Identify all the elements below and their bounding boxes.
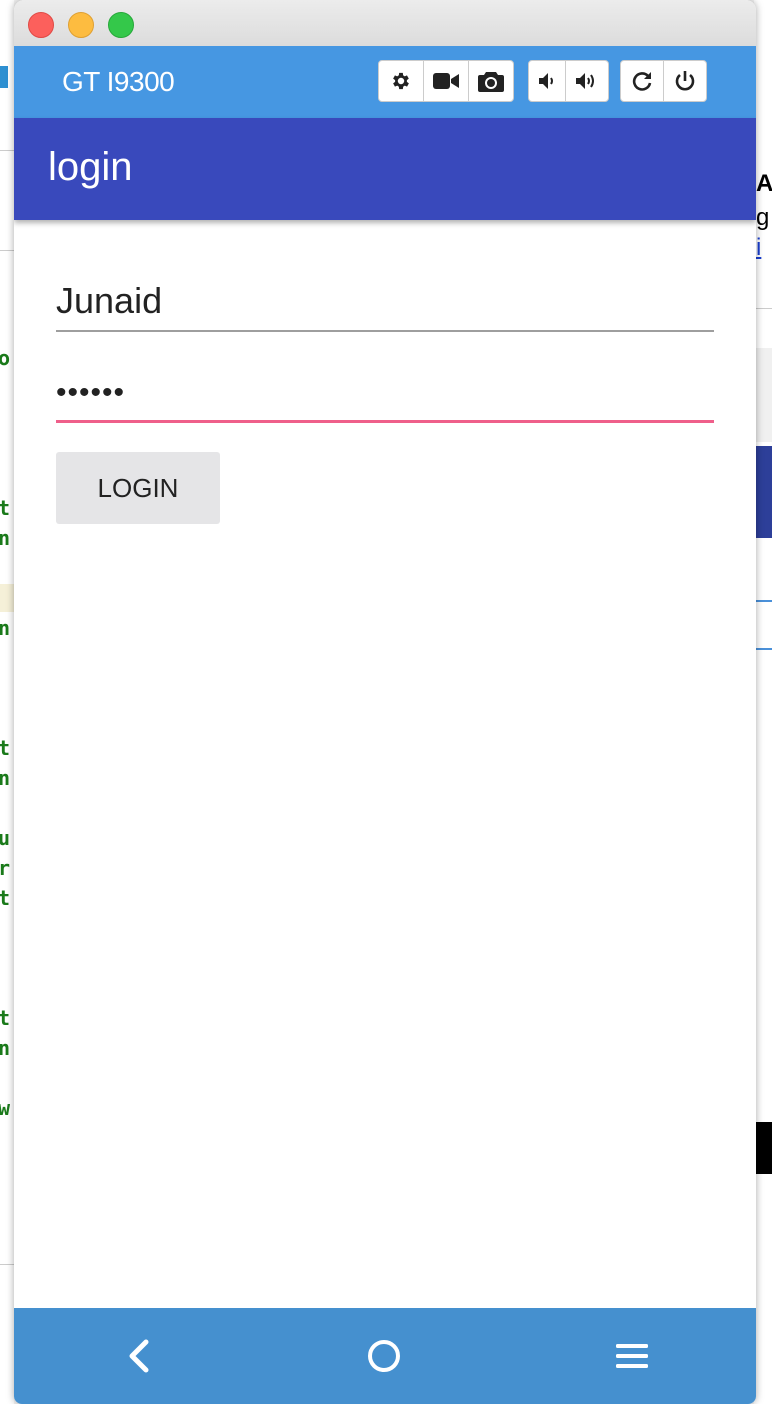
- app-bar: login: [14, 118, 756, 220]
- volume-down-icon: [539, 73, 553, 89]
- home-button[interactable]: [364, 1336, 404, 1376]
- username-field[interactable]: [56, 278, 714, 324]
- back-icon: [129, 1339, 149, 1373]
- app-title: login: [48, 145, 133, 189]
- zoom-window-button[interactable]: [108, 12, 134, 38]
- volume-up-icon: [576, 73, 594, 89]
- rotate-icon: [632, 72, 652, 91]
- camera-icon: [478, 72, 504, 92]
- toolbar-group-power: [620, 60, 707, 102]
- toolbar-group-settings: [378, 60, 514, 102]
- editor-icon: [0, 66, 8, 88]
- volume-down-button[interactable]: [529, 61, 566, 101]
- minimize-window-button[interactable]: [68, 12, 94, 38]
- password-field[interactable]: ••••••: [56, 370, 714, 416]
- emulator-window: GT I9300 login Junaid •••••• LOGIN: [14, 0, 756, 1404]
- video-camera-icon: [433, 73, 459, 89]
- screen-record-button[interactable]: [424, 61, 469, 101]
- login-form: •••••• LOGIN: [14, 220, 756, 1308]
- rotate-button[interactable]: [621, 61, 664, 101]
- gear-icon: [393, 72, 409, 90]
- window-titlebar: [14, 0, 756, 46]
- home-icon: [368, 1340, 400, 1372]
- close-window-button[interactable]: [28, 12, 54, 38]
- password-focus-underline: [56, 420, 714, 423]
- settings-button[interactable]: [379, 61, 424, 101]
- password-field-wrapper: ••••••: [56, 370, 714, 423]
- back-button[interactable]: [118, 1336, 158, 1376]
- android-nav-bar: [14, 1308, 756, 1404]
- volume-up-button[interactable]: [566, 61, 608, 101]
- background-editor-right: A g i: [754, 0, 772, 1404]
- device-name: GT I9300: [62, 66, 175, 97]
- power-button[interactable]: [664, 61, 706, 101]
- username-field-wrapper: [56, 278, 714, 332]
- menu-icon: [616, 1344, 648, 1368]
- emulator-toolbar: GT I9300: [14, 46, 756, 118]
- login-button[interactable]: LOGIN: [56, 452, 220, 524]
- background-editor-left: o t n n t n u r t t n w: [0, 0, 14, 1404]
- screenshot-button[interactable]: [469, 61, 513, 101]
- username-underline: [56, 330, 714, 332]
- toolbar-group-volume: [528, 60, 609, 102]
- menu-button[interactable]: [612, 1336, 652, 1376]
- power-icon: [675, 71, 695, 91]
